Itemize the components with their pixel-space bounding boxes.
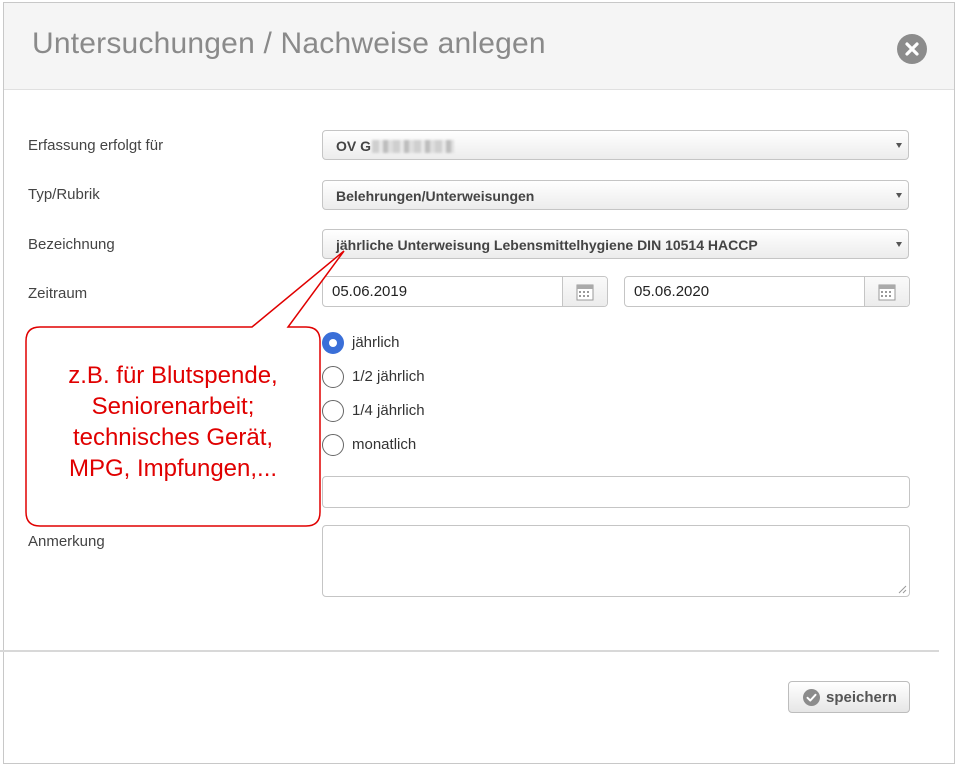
label-erfassung: Erfassung erfolgt für	[28, 137, 164, 154]
bezeichnung-select[interactable]: jährliche Unterweisung Lebensmittelhygie…	[322, 229, 909, 259]
typ-select[interactable]: Belehrungen/Unterweisungen	[322, 180, 909, 210]
annotation-line: technisches Gerät,	[72, 424, 274, 451]
annotation-line: Seniorenarbeit;	[91, 393, 255, 420]
resize-grip-icon[interactable]	[898, 585, 907, 594]
radio-label: jährlich	[352, 334, 400, 351]
date-from-field[interactable]: 05.06.2019	[322, 276, 608, 307]
radio-label: monatlich	[352, 436, 417, 453]
footer-divider	[0, 650, 939, 652]
erfassung-select[interactable]: OV G	[322, 130, 909, 160]
radio-label: 1/4 jährlich	[352, 402, 425, 419]
radio-button[interactable]	[322, 400, 344, 422]
label-typ: Typ/Rubrik	[28, 186, 100, 203]
chevron-down-icon	[896, 242, 902, 247]
close-icon[interactable]	[897, 34, 927, 64]
radio-button-selected[interactable]	[322, 332, 344, 354]
dialog-title: Untersuchungen / Nachweise anlegen	[32, 27, 546, 60]
label-zeitraum: Zeitraum	[28, 285, 88, 302]
annotation-text: z.B. für Blutspende, Seniorenarbeit; tec…	[27, 360, 319, 484]
calendar-icon[interactable]	[562, 277, 607, 306]
label-bezeichnung: Bezeichnung	[28, 236, 115, 253]
chevron-down-icon	[896, 193, 902, 198]
extra-text-input[interactable]	[322, 476, 910, 508]
annotation-line: z.B. für Blutspende,	[68, 362, 278, 389]
typ-value: Belehrungen/Unterweisungen	[336, 188, 535, 204]
save-button[interactable]: speichern	[788, 681, 910, 713]
bezeichnung-value: jährliche Unterweisung Lebensmittelhygie…	[336, 237, 758, 253]
radio-button[interactable]	[322, 366, 344, 388]
date-to-field[interactable]: 05.06.2020	[624, 276, 910, 307]
label-anmerkung: Anmerkung	[28, 533, 105, 550]
annotation-line: MPG, Impfungen,...	[68, 455, 278, 482]
date-from-value: 05.06.2019	[332, 283, 408, 300]
redacted-text	[372, 140, 455, 153]
date-to-value: 05.06.2020	[634, 283, 710, 300]
chevron-down-icon	[896, 143, 902, 148]
radio-button[interactable]	[322, 434, 344, 456]
radio-label: 1/2 jährlich	[352, 368, 425, 385]
check-circle-icon	[803, 689, 820, 706]
erfassung-value: OV G	[336, 138, 372, 154]
dialog-header: Untersuchungen / Nachweise anlegen	[4, 3, 954, 90]
calendar-icon[interactable]	[864, 277, 909, 306]
anmerkung-textarea[interactable]	[322, 525, 910, 597]
save-label: speichern	[826, 689, 897, 706]
